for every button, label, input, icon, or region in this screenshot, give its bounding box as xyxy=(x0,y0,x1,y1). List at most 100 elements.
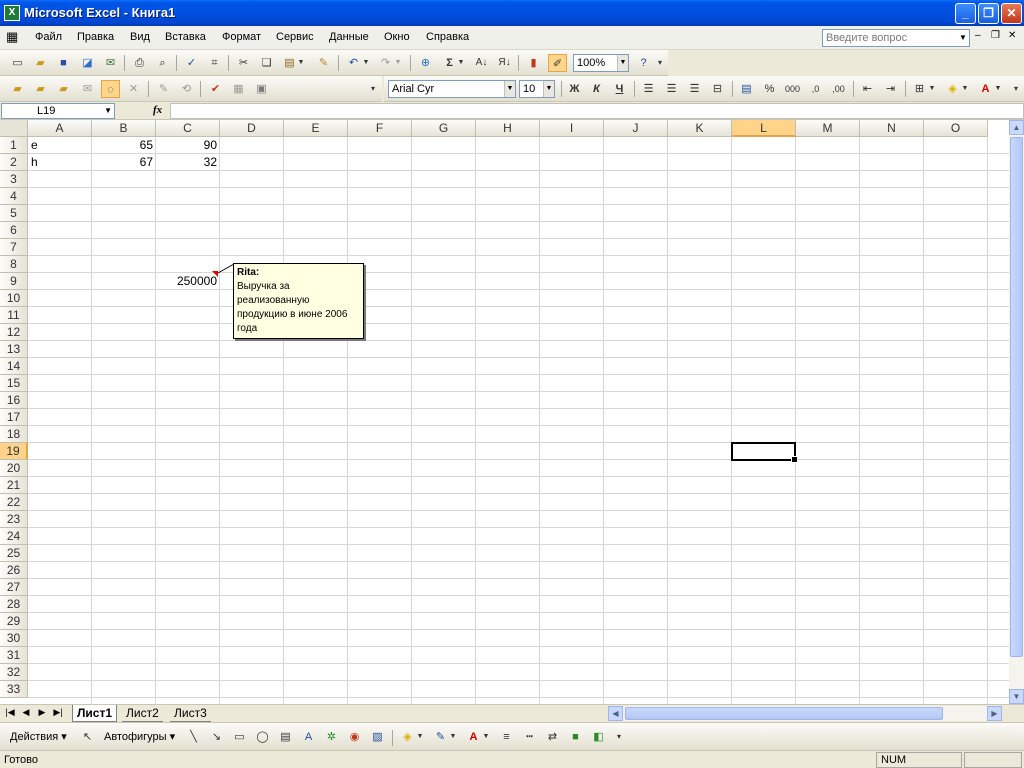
vertical-scrollbar[interactable]: ▲ ▼ xyxy=(1009,120,1024,704)
bold-button[interactable]: Ж xyxy=(565,80,584,98)
menu-edit[interactable]: Правка xyxy=(77,31,114,43)
sheet-tab-2[interactable]: Лист2 xyxy=(122,705,163,722)
column-header-j[interactable]: J xyxy=(604,120,668,137)
picture-icon[interactable]: ▨ xyxy=(368,728,387,746)
column-header-o[interactable]: O xyxy=(924,120,988,137)
clipart-icon[interactable]: ◉ xyxy=(345,728,364,746)
spelling-icon[interactable]: ✓ xyxy=(182,54,201,72)
row-header-27[interactable]: 27 xyxy=(0,579,28,596)
row-header-20[interactable]: 20 xyxy=(0,460,28,477)
column-header-m[interactable]: M xyxy=(796,120,860,137)
row-header-24[interactable]: 24 xyxy=(0,528,28,545)
scroll-down-icon[interactable]: ▼ xyxy=(1009,689,1024,704)
wordart-icon[interactable]: A xyxy=(299,728,318,746)
row-header-6[interactable]: 6 xyxy=(0,222,28,239)
format-painter-icon[interactable]: ✎ xyxy=(314,54,333,72)
chart-wizard-icon[interactable]: ▮ xyxy=(524,54,543,72)
textbox-icon[interactable]: ▤ xyxy=(276,728,295,746)
column-header-g[interactable]: G xyxy=(412,120,476,137)
doc-minimize-button[interactable]: ‒ xyxy=(975,30,981,41)
toolbar-options-icon[interactable]: ▾ xyxy=(613,728,625,746)
oval-icon[interactable]: ◯ xyxy=(253,728,272,746)
save-icon[interactable]: ■ xyxy=(54,54,73,72)
chevron-down-icon[interactable]: ▼ xyxy=(993,80,1003,98)
row-header-26[interactable]: 26 xyxy=(0,562,28,579)
permission-icon[interactable]: ◪ xyxy=(78,54,97,72)
column-header-e[interactable]: E xyxy=(284,120,348,137)
merge-center-icon[interactable]: ⊟ xyxy=(708,80,727,98)
worksheet-grid[interactable]: ABCDEFGHIJKLMNO 1 2 3 4 5 6 7 8 9 10 11 12 13 14 15 16 1… xyxy=(0,120,1009,704)
increase-indent-icon[interactable]: ⇥ xyxy=(881,80,900,98)
active-cell-selection[interactable] xyxy=(731,442,798,463)
currency-icon[interactable]: ▤ xyxy=(737,80,756,98)
increase-decimal-icon[interactable]: ,0 xyxy=(806,80,825,98)
menu-format[interactable]: Формат xyxy=(222,31,261,43)
dash-style-icon[interactable]: ┅ xyxy=(520,728,539,746)
folder-icon[interactable]: ▰ xyxy=(31,80,50,98)
accept-icon[interactable]: ⟲ xyxy=(177,80,196,98)
column-header-b[interactable]: B xyxy=(92,120,156,137)
row-header-17[interactable]: 17 xyxy=(0,409,28,426)
row-header-29[interactable]: 29 xyxy=(0,613,28,630)
delete-comment-icon[interactable]: ✕ xyxy=(124,80,143,98)
excel-app-icon[interactable]: X xyxy=(4,5,20,21)
menu-help[interactable]: Справка xyxy=(426,31,469,43)
row-header-16[interactable]: 16 xyxy=(0,392,28,409)
row-header-13[interactable]: 13 xyxy=(0,341,28,358)
hyperlink-icon[interactable]: ⊕ xyxy=(416,54,435,72)
line-style-icon[interactable]: ≡ xyxy=(497,728,516,746)
cell-b2[interactable]: 67 xyxy=(92,154,156,171)
cell-a1[interactable]: e xyxy=(28,137,92,154)
shadow-icon[interactable]: ■ xyxy=(566,728,585,746)
select-all-button[interactable] xyxy=(0,120,28,137)
chevron-down-icon[interactable]: ▼ xyxy=(927,80,937,98)
sort-descending-icon[interactable]: Я↓ xyxy=(495,54,514,72)
chevron-down-icon[interactable]: ▼ xyxy=(617,55,628,71)
formula-input[interactable] xyxy=(170,103,1024,119)
column-header-d[interactable]: D xyxy=(220,120,284,137)
cell-c1[interactable]: 90 xyxy=(156,137,220,154)
row-header-7[interactable]: 7 xyxy=(0,239,28,256)
horizontal-scroll-thumb[interactable] xyxy=(625,707,943,720)
cell-a2[interactable]: h xyxy=(28,154,92,171)
folder-icon[interactable]: ▰ xyxy=(54,80,73,98)
menu-window[interactable]: Окно xyxy=(384,31,410,43)
decrease-indent-icon[interactable]: ⇤ xyxy=(858,80,877,98)
row-header-1[interactable]: 1 xyxy=(0,137,28,154)
menu-data[interactable]: Данные xyxy=(329,31,369,43)
row-header-32[interactable]: 32 xyxy=(0,664,28,681)
toolbar-options-icon[interactable]: ▾ xyxy=(654,54,666,72)
row-header-21[interactable]: 21 xyxy=(0,477,28,494)
chevron-down-icon[interactable]: ▼ xyxy=(448,728,458,746)
vertical-scroll-thumb[interactable] xyxy=(1010,137,1023,657)
column-header-f[interactable]: F xyxy=(348,120,412,137)
cut-icon[interactable]: ✂ xyxy=(234,54,253,72)
cell-c9[interactable]: 250000 xyxy=(156,273,220,290)
chevron-down-icon[interactable]: ▼ xyxy=(393,54,403,72)
column-header-c[interactable]: C xyxy=(156,120,220,137)
row-header-23[interactable]: 23 xyxy=(0,511,28,528)
email-icon[interactable]: ✉ xyxy=(101,54,120,72)
cell-comment[interactable]: Rita: Выручка за реализованную продукцию… xyxy=(233,263,364,339)
column-header-h[interactable]: H xyxy=(476,120,540,137)
menu-tools[interactable]: Сервис xyxy=(276,31,314,43)
draw-actions-menu[interactable]: Действия ▾ xyxy=(10,730,67,743)
chevron-down-icon[interactable]: ▼ xyxy=(504,81,515,97)
font-select[interactable]: Arial Cyr ▼ xyxy=(388,80,516,98)
drawing-toggle-icon[interactable]: ✐ xyxy=(548,54,567,72)
toolbar-options-icon[interactable]: ▾ xyxy=(367,80,379,98)
row-header-12[interactable]: 12 xyxy=(0,324,28,341)
track-icon[interactable]: ✎ xyxy=(154,80,173,98)
decrease-decimal-icon[interactable]: ,00 xyxy=(829,80,848,98)
end-review-icon[interactable]: ▣ xyxy=(252,80,271,98)
column-header-l[interactable]: L xyxy=(732,120,796,137)
chevron-down-icon[interactable]: ▼ xyxy=(456,54,466,72)
chevron-down-icon[interactable]: ▼ xyxy=(296,54,306,72)
name-box[interactable]: L19 ▼ xyxy=(1,103,115,119)
cell-b1[interactable]: 65 xyxy=(92,137,156,154)
font-size-select[interactable]: 10 ▼ xyxy=(519,80,555,98)
sort-ascending-icon[interactable]: A↓ xyxy=(472,54,491,72)
horizontal-scrollbar[interactable]: ◀ ▶ xyxy=(608,706,1002,721)
row-header-31[interactable]: 31 xyxy=(0,647,28,664)
column-header-i[interactable]: I xyxy=(540,120,604,137)
